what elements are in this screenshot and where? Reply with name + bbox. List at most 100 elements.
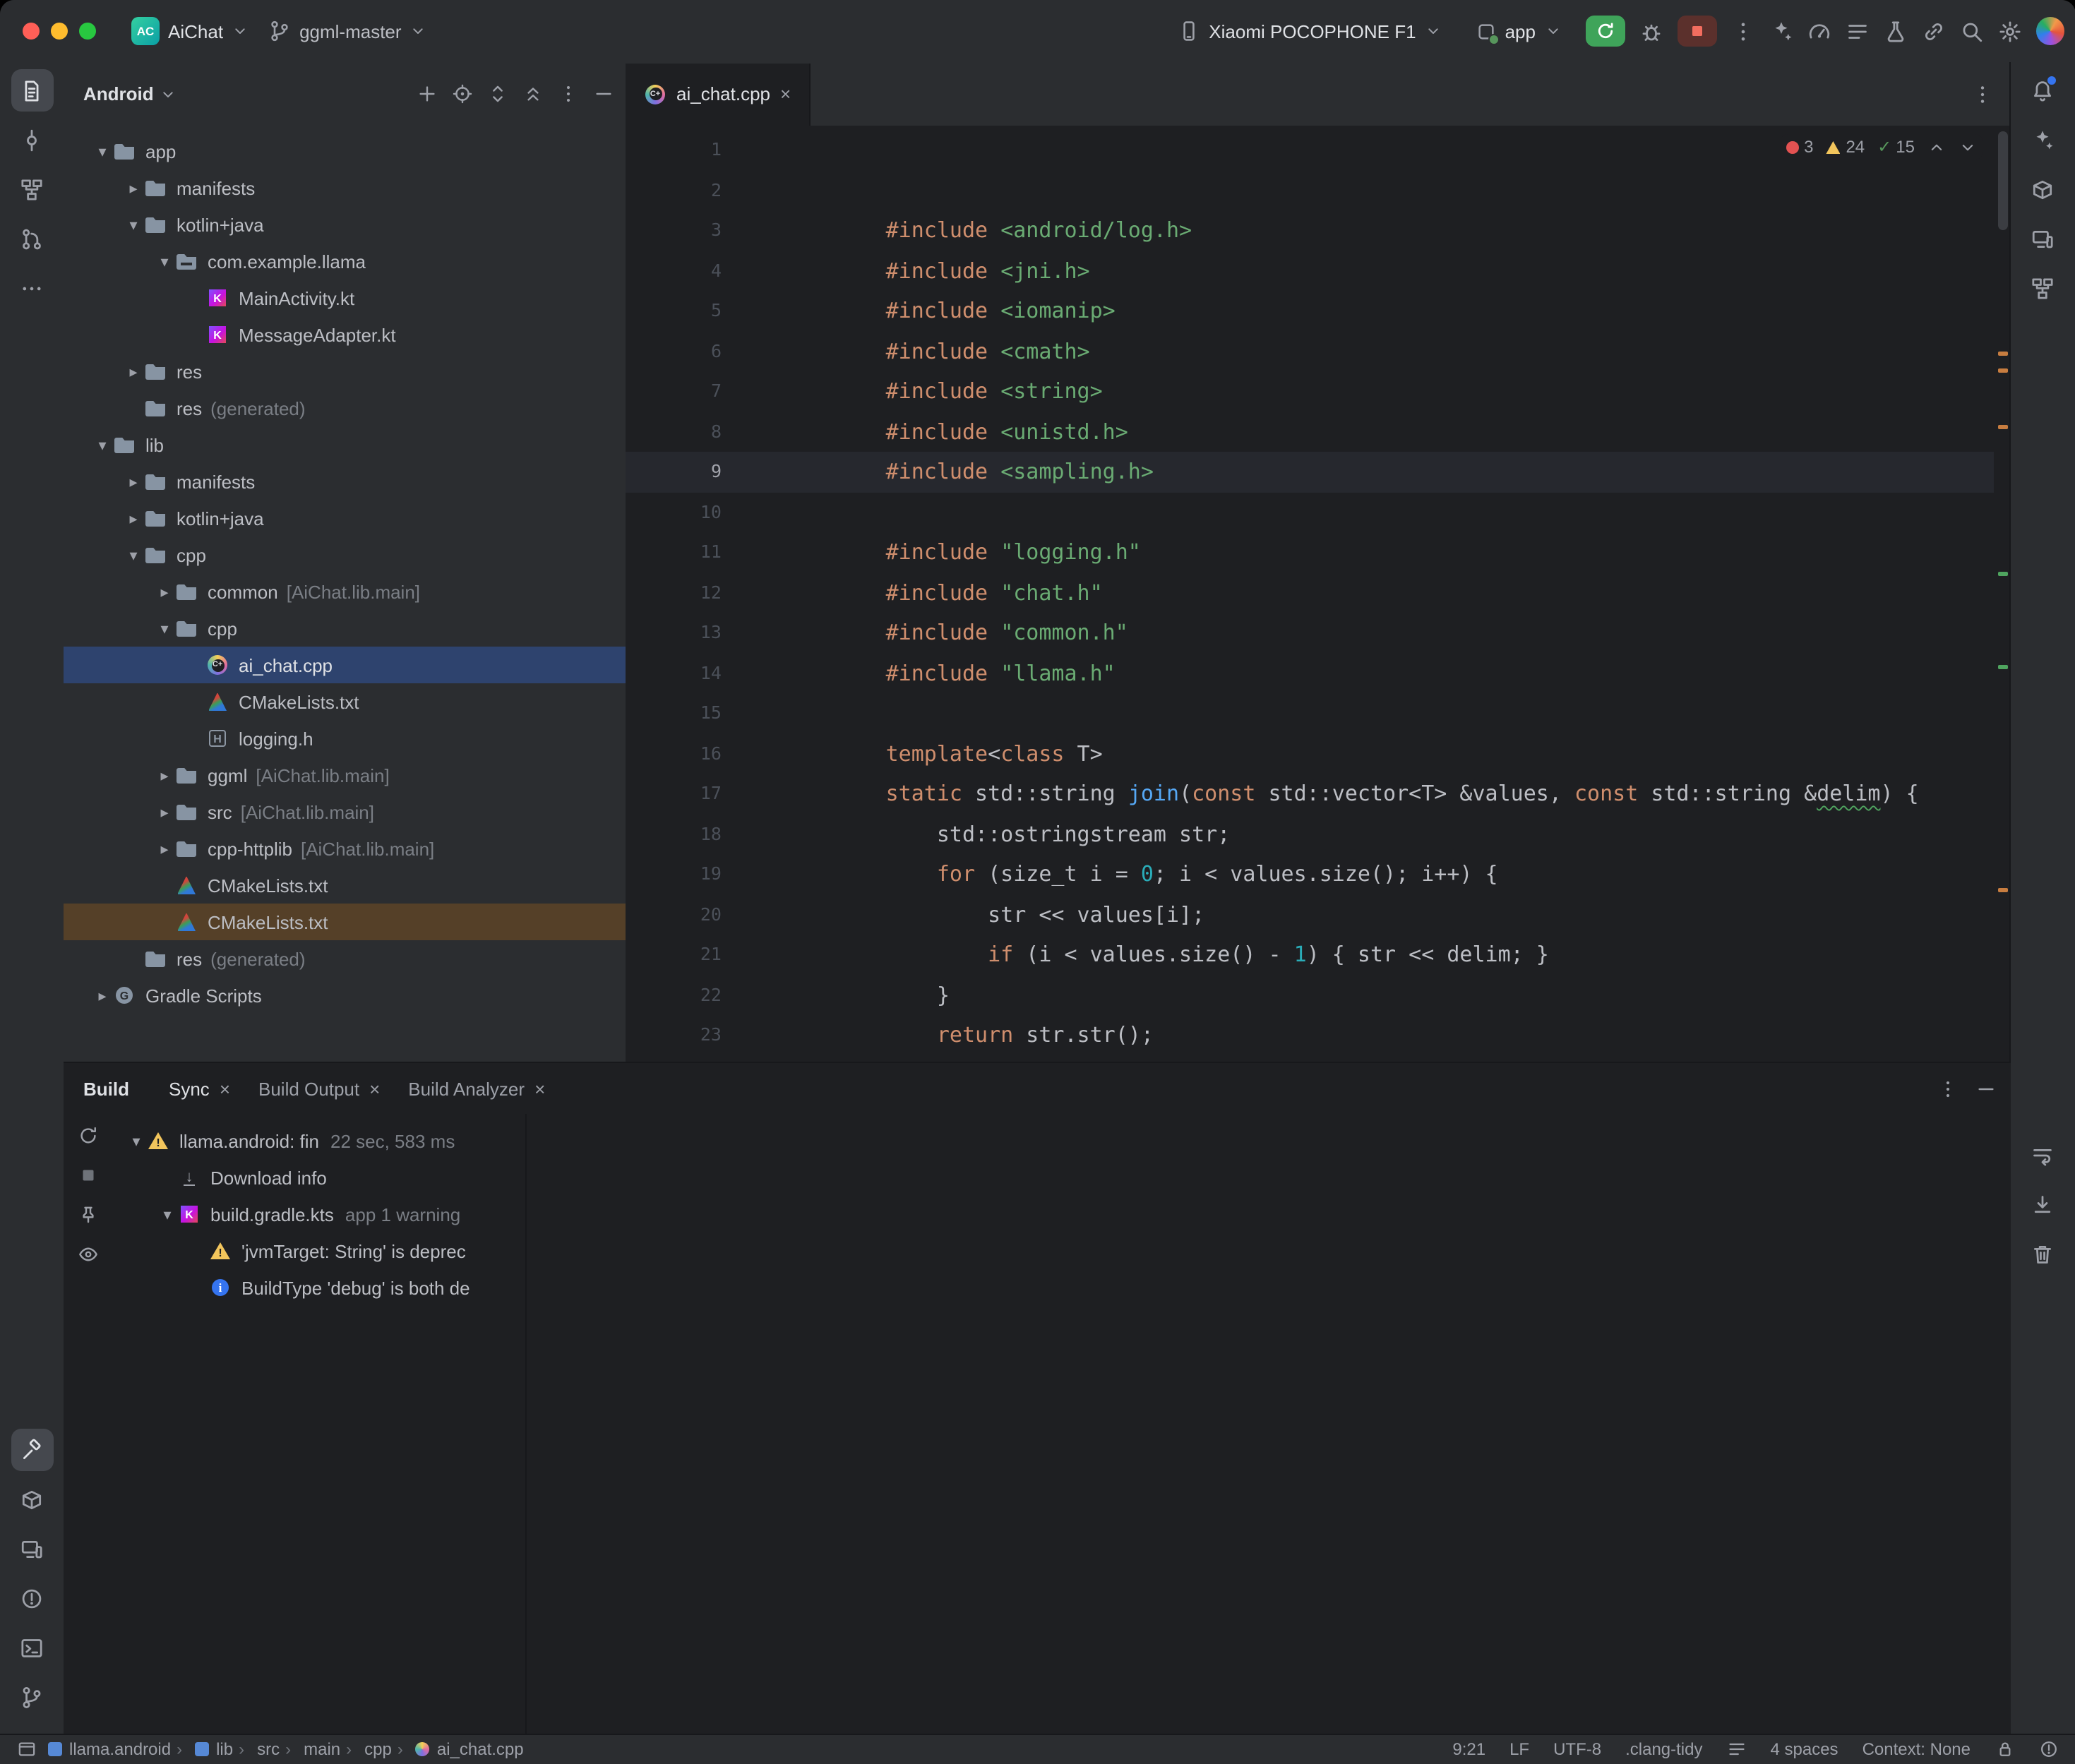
tree-row[interactable]: manifests <box>64 463 626 500</box>
build-variants-button[interactable] <box>1883 19 1907 43</box>
prev-problem-icon[interactable] <box>1927 138 1946 156</box>
warning-stripe-mark[interactable] <box>1998 352 2008 356</box>
warning-count-badge[interactable]: 24 <box>1826 137 1865 157</box>
tree-row[interactable]: ai_chat.cpp <box>64 647 626 683</box>
build-tree-row[interactable]: build.gradle.kts app 1 warning <box>114 1196 524 1232</box>
project-tool-button[interactable] <box>11 69 53 112</box>
breadcrumb-item[interactable]: src <box>239 1740 280 1760</box>
stop-button[interactable] <box>1677 16 1716 47</box>
tree-arrow-icon[interactable] <box>123 509 144 527</box>
close-tab-icon[interactable] <box>780 83 791 104</box>
status-item[interactable]: UTF-8 <box>1553 1740 1601 1760</box>
passed-count-badge[interactable]: 15 <box>1877 137 1915 157</box>
tree-arrow-icon[interactable] <box>123 362 144 380</box>
device-mirror-button[interactable] <box>1921 19 1945 43</box>
tree-arrow-icon[interactable] <box>123 215 144 234</box>
tab-options-button[interactable] <box>1971 83 1994 105</box>
status-item[interactable] <box>1995 1740 2014 1760</box>
build-tool-button[interactable] <box>11 1429 53 1471</box>
status-item[interactable] <box>2038 1740 2058 1760</box>
status-item[interactable]: Context: None <box>1862 1740 1971 1760</box>
expand-selection-button[interactable] <box>487 83 508 104</box>
code-editor[interactable]: 1 #include <android/log.h> 2 #include <j… <box>626 126 2011 1062</box>
tree-row[interactable]: kotlin+java <box>64 500 626 536</box>
next-problem-icon[interactable] <box>1959 138 1977 156</box>
error-count-badge[interactable]: 3 <box>1786 137 1813 157</box>
build-panel-title[interactable]: Build <box>83 1078 129 1099</box>
tree-row[interactable]: lib <box>64 426 626 463</box>
tree-row[interactable]: res <box>64 353 626 390</box>
build-tree-row[interactable]: 'jvmTarget: String' is deprec <box>114 1232 524 1269</box>
tree-row[interactable]: common [AiChat.lib.main] <box>64 573 626 610</box>
tree-arrow-icon[interactable] <box>154 839 175 858</box>
tree-arrow-icon[interactable] <box>123 472 144 491</box>
tree-row[interactable]: src [AiChat.lib.main] <box>64 793 626 830</box>
notifications-button[interactable] <box>2022 69 2064 112</box>
minimize-window-button[interactable] <box>51 23 68 40</box>
problems-tool-button[interactable] <box>11 1577 53 1619</box>
build-panel-divider[interactable] <box>525 1114 527 1735</box>
tree-arrow-icon[interactable] <box>154 582 175 601</box>
structure-tool-button[interactable] <box>11 168 53 210</box>
device-explorer-button[interactable] <box>2022 217 2064 260</box>
build-console[interactable] <box>531 1114 2011 1735</box>
vcs-stripe-mark[interactable] <box>1998 665 2008 669</box>
warning-stripe-mark[interactable] <box>1998 368 2008 373</box>
tree-arrow-icon[interactable] <box>126 1132 147 1150</box>
project-view-selector[interactable]: Android <box>83 83 154 104</box>
project-selector[interactable]: AC AiChat <box>121 11 258 51</box>
tree-arrow-icon[interactable] <box>154 766 175 784</box>
device-manager-tool-button[interactable] <box>11 1528 53 1570</box>
close-tab-icon[interactable] <box>369 1078 380 1099</box>
build-tree-row[interactable]: Download info <box>114 1159 524 1196</box>
tree-row[interactable]: kotlin+java <box>64 206 626 243</box>
build-tree-row[interactable]: llama.android: fin 22 sec, 583 ms <box>114 1122 524 1159</box>
tree-row[interactable]: CMakeLists.txt <box>64 867 626 904</box>
profiler-button[interactable] <box>1807 19 1831 43</box>
commit-tool-button[interactable] <box>11 119 53 161</box>
todo-button[interactable] <box>1845 19 1869 43</box>
tree-row[interactable]: cpp-httplib [AiChat.lib.main] <box>64 830 626 867</box>
stop-build-button[interactable] <box>77 1165 98 1186</box>
tree-row[interactable]: manifests <box>64 169 626 206</box>
tree-arrow-icon[interactable] <box>123 546 144 564</box>
warning-stripe-mark[interactable] <box>1998 888 2008 892</box>
run-button[interactable] <box>1585 16 1625 47</box>
version-control-tool-button[interactable] <box>11 1676 53 1718</box>
tree-row[interactable]: cpp <box>64 536 626 573</box>
collapse-all-button[interactable] <box>522 83 544 104</box>
ai-assistant-button[interactable] <box>2022 119 2064 161</box>
tree-row[interactable]: CMakeLists.txt <box>64 683 626 720</box>
search-everywhere-button[interactable] <box>1959 19 1983 43</box>
breadcrumb-item[interactable]: main <box>285 1740 340 1760</box>
tree-row[interactable]: cpp <box>64 610 626 647</box>
pull-requests-tool-button[interactable] <box>11 217 53 260</box>
close-tab-icon[interactable] <box>220 1078 230 1099</box>
tree-arrow-icon[interactable] <box>92 436 113 454</box>
device-selector[interactable]: Xiaomi POCOPHONE F1 <box>1168 14 1451 48</box>
tree-row[interactable]: MainActivity.kt <box>64 280 626 316</box>
tree-row[interactable]: CMakeLists.txt <box>64 904 626 940</box>
tree-row[interactable]: Gradle Scripts <box>64 977 626 1014</box>
scroll-to-end-button[interactable] <box>2022 1183 2064 1225</box>
rerun-build-button[interactable] <box>77 1125 98 1146</box>
tree-row[interactable]: ggml [AiChat.lib.main] <box>64 757 626 793</box>
close-window-button[interactable] <box>23 23 40 40</box>
zoom-window-button[interactable] <box>79 23 96 40</box>
hide-panel-button[interactable] <box>1975 1078 1997 1099</box>
panel-options-button[interactable] <box>1937 1078 1959 1099</box>
soft-wrap-button[interactable] <box>2022 1134 2064 1176</box>
logcat-tool-button[interactable] <box>11 1478 53 1520</box>
status-item[interactable] <box>1727 1740 1747 1760</box>
tree-arrow-icon[interactable] <box>157 1205 178 1223</box>
tree-row[interactable]: logging.h <box>64 720 626 757</box>
ai-actions-button[interactable] <box>1769 19 1793 43</box>
locate-file-button[interactable] <box>452 83 473 104</box>
tree-arrow-icon[interactable] <box>154 252 175 270</box>
vcs-stripe-mark[interactable] <box>1998 572 2008 576</box>
warning-stripe-mark[interactable] <box>1998 425 2008 429</box>
tree-arrow-icon[interactable] <box>92 142 113 160</box>
debug-button[interactable] <box>1639 19 1663 43</box>
clear-console-button[interactable] <box>2022 1232 2064 1275</box>
status-item[interactable]: LF <box>1509 1740 1529 1760</box>
